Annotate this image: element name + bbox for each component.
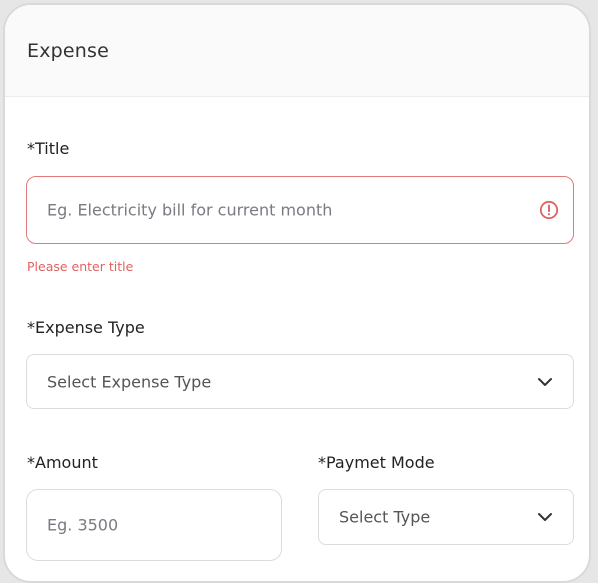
title-error-message: Please enter title	[27, 259, 134, 274]
expense-type-label: *Expense Type	[27, 318, 145, 337]
amount-label: *Amount	[27, 453, 98, 472]
title-input[interactable]: Eg. Electricity bill for current month	[26, 176, 574, 244]
payment-mode-selected: Select Type	[339, 507, 431, 527]
title-label: *Title	[27, 139, 70, 158]
payment-mode-label: *Paymet Mode	[318, 453, 435, 472]
alert-circle-icon	[539, 200, 559, 220]
title-placeholder: Eg. Electricity bill for current month	[47, 200, 333, 220]
card-header: Expense	[5, 5, 589, 97]
expense-type-selected: Select Expense Type	[47, 372, 212, 391]
page-title: Expense	[27, 40, 110, 62]
expense-type-select[interactable]: Select Expense Type	[26, 354, 574, 409]
chevron-down-icon	[538, 377, 552, 386]
payment-mode-select[interactable]: Select Type	[318, 489, 574, 545]
amount-placeholder: Eg. 3500	[47, 515, 119, 535]
expense-form-card: Expense *Title Eg. Electricity bill for …	[3, 3, 591, 583]
chevron-down-icon	[538, 513, 552, 521]
amount-input[interactable]: Eg. 3500	[26, 489, 282, 561]
